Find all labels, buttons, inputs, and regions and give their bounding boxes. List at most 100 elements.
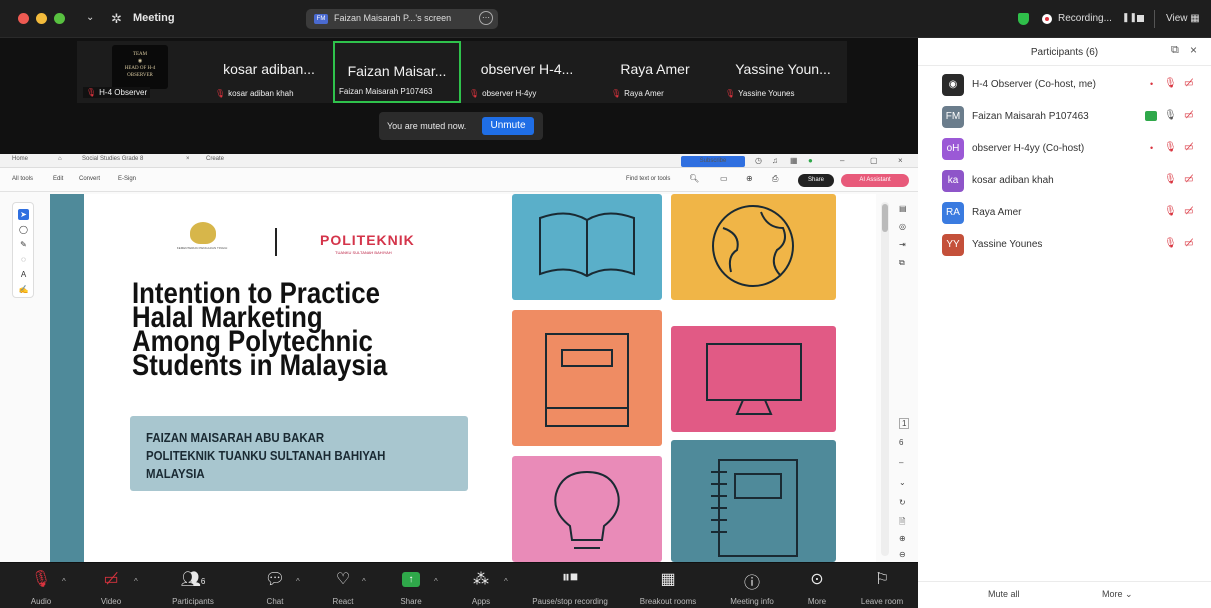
link-icon[interactable]: ⊕: [746, 174, 753, 183]
security-shield-icon[interactable]: [1018, 13, 1029, 25]
video-off-icon[interactable]: ▭̸: [1184, 142, 1193, 153]
video-off-icon[interactable]: ▭̸: [1184, 78, 1193, 89]
participant-row[interactable]: ka kosar adiban khah 🎙︎ ▭̸: [918, 165, 1211, 197]
video-off-icon[interactable]: ▭̸: [1184, 238, 1193, 249]
pause-recording-icon[interactable]: ❚❚: [1122, 12, 1137, 23]
pdf-share-button[interactable]: Share: [798, 174, 834, 187]
home-icon[interactable]: ⌂: [58, 156, 62, 162]
comments-icon[interactable]: ◎: [899, 222, 909, 232]
apps-grid-icon[interactable]: ▦: [790, 156, 798, 165]
chevron-up-icon[interactable]: ^: [434, 577, 438, 586]
video-off-icon[interactable]: ▭̸: [1184, 206, 1193, 217]
chevron-down-icon[interactable]: ⌄: [86, 12, 94, 23]
pdf-scrollbar[interactable]: [881, 202, 889, 556]
mic-muted-icon[interactable]: 🎙︎: [1164, 174, 1177, 185]
participant-row[interactable]: RA Raya Amer 🎙︎ ▭̸: [918, 197, 1211, 229]
mic-muted-icon[interactable]: 🎙︎: [1164, 238, 1177, 249]
menu-convert[interactable]: Convert: [79, 176, 100, 182]
minimize-icon[interactable]: –: [840, 156, 844, 165]
zoom-window-button[interactable]: [54, 13, 65, 24]
recording-label[interactable]: Recording...: [1058, 13, 1112, 24]
chat-button[interactable]: 💬︎ ^ Chat: [240, 563, 310, 608]
menu-esign[interactable]: E-Sign: [118, 176, 136, 182]
participant-row[interactable]: FM Faizan Maisarah P107463 🎙︎ ▭̸: [918, 101, 1211, 133]
print-icon[interactable]: ⎙: [772, 174, 778, 184]
find-text-field[interactable]: Find text or tools: [626, 176, 670, 182]
meeting-info-button[interactable]: ⓘ Meeting info: [714, 563, 790, 608]
chevron-down-icon[interactable]: ⌄: [899, 478, 906, 487]
mic-muted-icon[interactable]: 🎙︎: [1164, 142, 1177, 153]
zoom-out-icon[interactable]: ⊖: [899, 550, 906, 559]
leave-room-button[interactable]: ⚐ Leave room: [846, 563, 918, 608]
apps-button[interactable]: ⁂ ^ Apps: [446, 563, 516, 608]
save-icon[interactable]: 🗎: [899, 516, 905, 530]
pop-out-icon[interactable]: ⧉: [1171, 44, 1179, 57]
close-window-button[interactable]: [18, 13, 29, 24]
more-button[interactable]: More ⌄: [1102, 589, 1133, 600]
video-thumbnail[interactable]: TEAM ◉ HEAD OF H-4 OBSERVER 🎙︎ H-4 Observer: [77, 41, 205, 103]
text-box-icon[interactable]: A: [18, 269, 29, 280]
participant-row[interactable]: oH observer H-4yy (Co-host) • 🎙︎ ▭̸: [918, 133, 1211, 165]
pdf-tab-document[interactable]: Social Studies Grade 8: [82, 156, 143, 162]
video-thumbnail-active[interactable]: Faizan Maisar... Faizan Maisarah P107463: [333, 41, 461, 103]
stop-recording-icon[interactable]: [1137, 15, 1144, 22]
react-button[interactable]: ♡ ^ React: [308, 563, 378, 608]
participants-button[interactable]: 👥︎6 Participants: [158, 563, 228, 608]
mic-muted-icon[interactable]: 🎙︎: [1164, 206, 1177, 217]
chevron-up-icon[interactable]: ^: [62, 577, 66, 586]
account-icon[interactable]: ●: [808, 156, 813, 165]
recording-button[interactable]: ⏸⏹ Pause/stop recording: [520, 563, 620, 608]
video-off-icon[interactable]: ▭̸: [1184, 110, 1193, 121]
pdf-tab-home[interactable]: Home: [12, 156, 28, 162]
pdf-tab-create[interactable]: Create: [206, 156, 224, 162]
audio-button[interactable]: 🎙︎ ^ Audio: [6, 563, 76, 608]
video-thumbnail[interactable]: observer H-4... 🎙︎ observer H-4yy: [463, 41, 591, 103]
participant-row[interactable]: ◉ H-4 Observer (Co-host, me) • 🎙︎ ▭̸: [918, 69, 1211, 101]
pen-icon[interactable]: ✎: [18, 239, 29, 250]
chevron-up-icon[interactable]: ^: [296, 577, 300, 586]
scroll-thumb[interactable]: [882, 204, 888, 232]
share-button[interactable]: ↑ ^ Share: [376, 563, 446, 608]
shared-pdf-viewer[interactable]: Home ⌂ Social Studies Grade 8 × Create S…: [0, 154, 918, 562]
minimize-window-button[interactable]: [36, 13, 47, 24]
export-icon[interactable]: ⇥: [899, 240, 909, 250]
mic-icon[interactable]: 🎙︎: [1164, 110, 1177, 121]
ai-assistant-button[interactable]: AI Assistant: [841, 174, 909, 187]
help-icon[interactable]: ◷: [755, 156, 762, 165]
video-off-icon[interactable]: ▭̸: [1184, 174, 1193, 185]
stamp-icon[interactable]: ✍: [18, 284, 29, 295]
pages-icon[interactable]: ⧉: [899, 258, 909, 268]
video-button[interactable]: ▭̸ ^ Video: [76, 563, 146, 608]
chevron-up-icon[interactable]: ^: [134, 577, 138, 586]
menu-all-tools[interactable]: All tools: [12, 176, 33, 182]
video-thumbnail[interactable]: kosar adiban... 🎙︎ kosar adiban khah: [205, 41, 333, 103]
close-icon[interactable]: ×: [898, 156, 903, 165]
subscribe-button[interactable]: Subscribe: [681, 156, 745, 167]
view-button[interactable]: View ▦: [1166, 13, 1200, 24]
unmute-button[interactable]: Unmute: [482, 117, 534, 135]
page-view-icon[interactable]: ▭: [720, 174, 728, 183]
lasso-icon[interactable]: ◌: [18, 254, 29, 265]
close-tab-icon[interactable]: ×: [186, 156, 190, 162]
menu-edit[interactable]: Edit: [53, 176, 63, 182]
page-number-box[interactable]: 1: [899, 418, 910, 429]
zoom-in-icon[interactable]: ⊕: [899, 534, 906, 543]
participant-row[interactable]: YY Yassine Younes 🎙︎ ▭̸: [918, 229, 1211, 261]
chevron-up-icon[interactable]: ^: [504, 577, 508, 586]
mute-all-button[interactable]: Mute all: [988, 589, 1020, 599]
mic-muted-icon[interactable]: 🎙︎: [1164, 78, 1177, 89]
video-thumbnail[interactable]: Raya Amer 🎙︎ Raya Amer: [591, 41, 719, 103]
breakout-rooms-button[interactable]: ▦ Breakout rooms: [630, 563, 706, 608]
restore-icon[interactable]: ▢: [870, 156, 878, 165]
video-thumbnail[interactable]: Yassine Youn... 🎙︎ Yassine Younes: [719, 41, 847, 103]
bookmark-icon[interactable]: ▤: [899, 204, 909, 214]
search-icon[interactable]: 🔍︎: [689, 174, 699, 183]
more-button[interactable]: ⊙ More: [782, 563, 852, 608]
shared-screen-pill[interactable]: FM Faizan Maisarah P...'s screen ⋯: [306, 9, 498, 29]
bell-icon[interactable]: ♫: [772, 156, 778, 165]
refresh-icon[interactable]: ↻: [899, 498, 906, 507]
chevron-up-icon[interactable]: ^: [362, 577, 366, 586]
more-options-icon[interactable]: ⋯: [479, 11, 493, 25]
comment-icon[interactable]: ◯: [18, 224, 29, 235]
cursor-icon[interactable]: ➤: [18, 209, 29, 220]
